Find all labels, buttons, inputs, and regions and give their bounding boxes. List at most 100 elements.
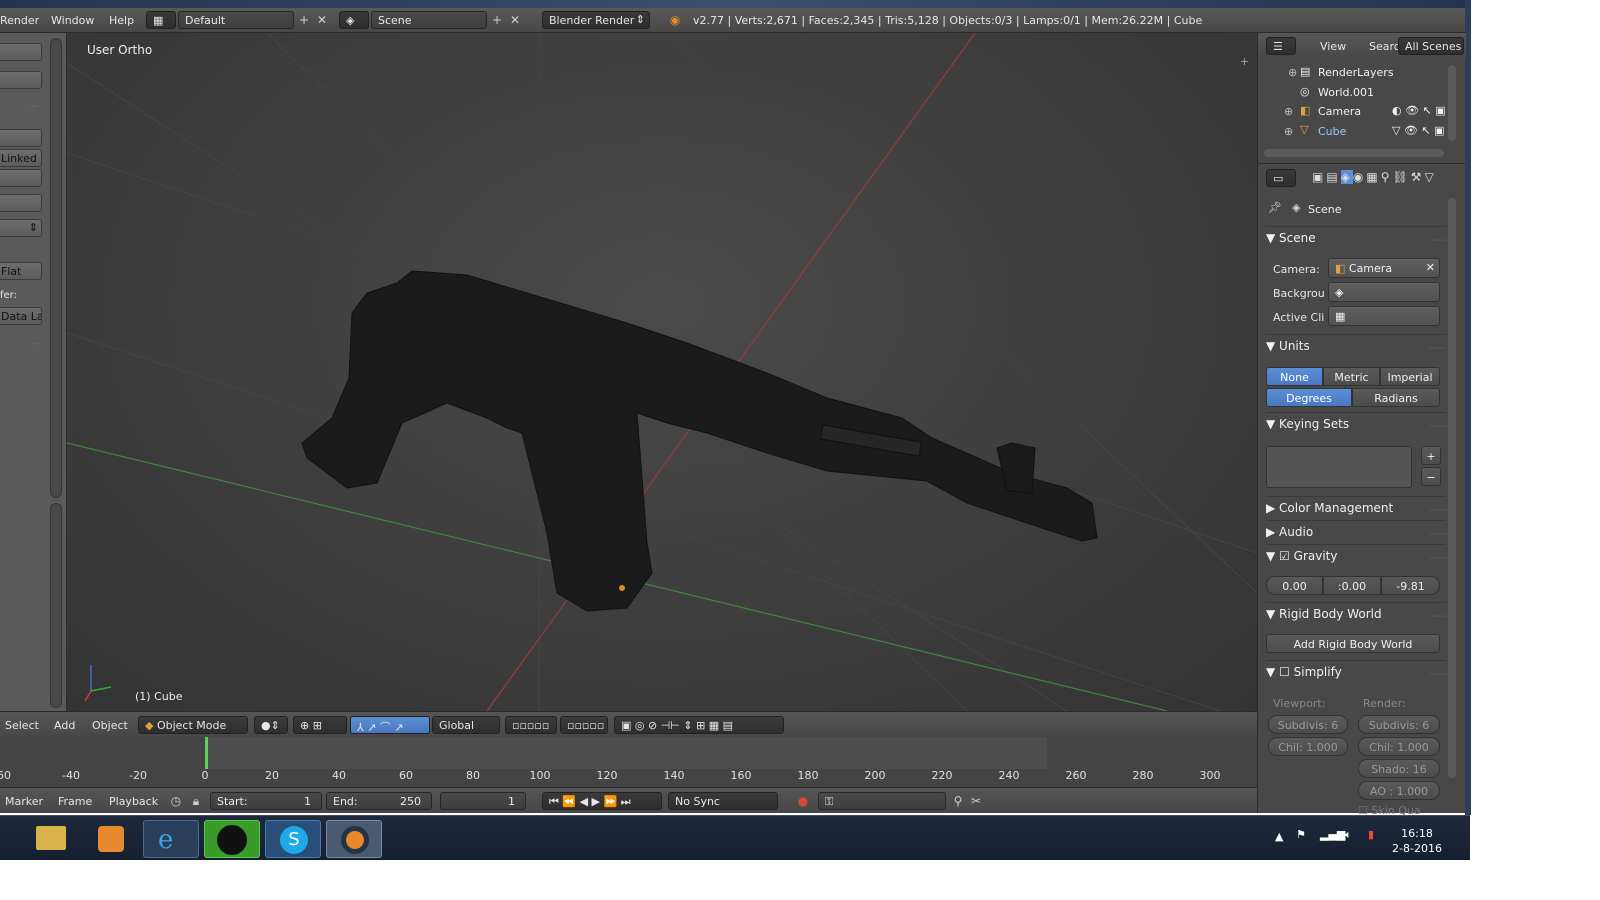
- menu-help[interactable]: Help: [109, 14, 134, 27]
- gravity-y-field[interactable]: :0.00: [1323, 576, 1381, 595]
- tool-button-3[interactable]: [0, 129, 42, 147]
- menu-select[interactable]: Select: [5, 719, 39, 732]
- insert-keyframe-icon[interactable]: ⚲: [950, 793, 966, 809]
- outliner-hscroll[interactable]: [1264, 149, 1444, 157]
- menu-marker[interactable]: Marker: [5, 795, 43, 808]
- panel-gravity-header[interactable]: ▼ ☑ Gravity: [1266, 549, 1446, 569]
- end-frame-field[interactable]: End: 250: [326, 792, 432, 810]
- outliner-item-world[interactable]: ◎ World.001: [1258, 83, 1448, 102]
- editor-type-icon[interactable]: ☰: [1266, 37, 1296, 55]
- shading-flat-button[interactable]: Flat: [0, 262, 42, 280]
- 3d-viewport[interactable]: User Ortho (1) Cube +: [67, 33, 1257, 711]
- menu-add[interactable]: Add: [54, 719, 75, 732]
- panel-rigid-body-header[interactable]: ▼ Rigid Body World: [1266, 607, 1446, 627]
- menu-render[interactable]: Render: [0, 14, 39, 27]
- layer-buttons-2[interactable]: ▫▫▫▫▫: [560, 716, 608, 734]
- menu-playback[interactable]: Playback: [109, 795, 158, 808]
- close-scene-icon[interactable]: ✕: [507, 12, 523, 28]
- layout-field[interactable]: Default: [178, 11, 294, 29]
- tool-shelf-scrollbar-2[interactable]: [50, 503, 62, 708]
- close-layout-icon[interactable]: ✕: [314, 12, 330, 28]
- tool-button-2[interactable]: [0, 71, 42, 89]
- properties-toggle-icon[interactable]: +: [1240, 55, 1249, 68]
- unit-metric-button[interactable]: Metric: [1323, 367, 1380, 386]
- active-clip-field[interactable]: ▦: [1328, 306, 1440, 326]
- expand-icon[interactable]: ⊕: [1284, 105, 1293, 118]
- context-tabs[interactable]: ▣▤◈◉▦⚲⛓︎⚒▽: [1312, 170, 1437, 184]
- render-engine-dropdown[interactable]: Blender Render ⇕: [542, 11, 650, 29]
- panel-grip[interactable]: ⋯⋯: [1429, 530, 1446, 540]
- tool-button-4[interactable]: [0, 169, 42, 187]
- simplify-checkbox[interactable]: ☐: [1279, 665, 1290, 679]
- clear-icon[interactable]: ✕: [1426, 261, 1435, 274]
- menu-window[interactable]: Window: [51, 14, 94, 27]
- pin-icon[interactable]: 📌︎: [1268, 201, 1282, 214]
- network-icon[interactable]: ▂▄▆: [1320, 828, 1345, 841]
- panel-grip[interactable]: ⋯⋯: [1429, 506, 1446, 516]
- rifle-model[interactable]: [301, 270, 1098, 612]
- make-links-button[interactable]: Linked: [0, 149, 42, 167]
- pivot-dropdown[interactable]: ⊕ ⊞: [293, 716, 347, 734]
- tool-shelf-scrollbar[interactable]: [50, 38, 62, 498]
- camera-field[interactable]: ◧ Camera ✕: [1328, 258, 1440, 278]
- panel-grip[interactable]: ⋯⋯: [1429, 236, 1446, 246]
- sync-dropdown[interactable]: No Sync: [668, 792, 778, 810]
- panel-grip[interactable]: ⋯⋯: [1429, 344, 1446, 354]
- panel-keying-sets-header[interactable]: ▼ Keying Sets: [1266, 417, 1446, 437]
- tool-button-5[interactable]: [0, 194, 42, 212]
- add-scene-icon[interactable]: +: [489, 12, 505, 28]
- manipulator-buttons[interactable]: ⅄ ↗ ⌒ ↗: [350, 716, 430, 734]
- remove-keying-set-button[interactable]: −: [1421, 467, 1441, 486]
- layer-buttons-1[interactable]: ▫▫▫▫▫: [505, 716, 557, 734]
- menu-view[interactable]: View: [1320, 40, 1346, 53]
- outliner-item-cube[interactable]: ⊕ ▽ Cube ▽ 👁︎ ↖ ▣: [1258, 122, 1448, 141]
- panel-grip[interactable]: ⋯⋯: [1429, 554, 1446, 564]
- background-set-field[interactable]: ◈: [1328, 282, 1440, 302]
- preview-range-icon[interactable]: ◷: [168, 793, 184, 809]
- keying-set-field[interactable]: ⚿: [818, 792, 946, 810]
- playback-controls[interactable]: ⏮ ⏪ ◀ ▶ ⏩ ⏭: [542, 792, 662, 810]
- add-keying-set-button[interactable]: +: [1421, 446, 1441, 465]
- gravity-checkbox[interactable]: ☑: [1279, 549, 1290, 563]
- media-player-icon[interactable]: [82, 820, 138, 858]
- volume-icon[interactable]: 🔈︎: [1345, 828, 1352, 842]
- battery-icon[interactable]: ▮: [1368, 828, 1374, 841]
- tool-dropdown[interactable]: ⇕: [0, 219, 42, 237]
- unit-none-button[interactable]: None: [1266, 367, 1323, 386]
- keying-sets-list[interactable]: [1266, 446, 1412, 488]
- panel-grip[interactable]: ⋯⋯: [1429, 670, 1446, 680]
- mode-dropdown[interactable]: ◆ Object Mode: [138, 716, 248, 734]
- snap-tools[interactable]: ▣ ◎ ⊘ ⊣⊢ ⇕ ⊞ ▦ ▤: [614, 716, 784, 734]
- delete-keyframe-icon[interactable]: ✂: [968, 793, 984, 809]
- file-explorer-icon[interactable]: [22, 820, 78, 858]
- add-layout-icon[interactable]: +: [296, 12, 312, 28]
- skype-icon[interactable]: S: [265, 820, 321, 858]
- panel-simplify-header[interactable]: ▼ ☐ Simplify: [1266, 665, 1446, 685]
- scene-selector-icon[interactable]: ◈: [339, 11, 369, 29]
- panel-color-management-header[interactable]: ▶ Color Management: [1266, 501, 1446, 521]
- action-center-icon[interactable]: ⚑: [1296, 828, 1306, 841]
- shading-dropdown[interactable]: ●⇕: [254, 716, 288, 734]
- outliner-vscroll[interactable]: [1448, 65, 1456, 141]
- blender-taskbar-icon[interactable]: [326, 820, 382, 858]
- visibility-icons[interactable]: ◐ 👁︎ ↖ ▣: [1392, 104, 1446, 117]
- visibility-icons[interactable]: ▽ 👁︎ ↖ ▣: [1392, 124, 1445, 137]
- internet-explorer-icon[interactable]: e: [143, 820, 199, 858]
- lock-icon[interactable]: 🔒︎: [188, 793, 204, 809]
- expand-icon[interactable]: ⊕: [1288, 66, 1297, 79]
- scene-field[interactable]: Scene: [371, 11, 487, 29]
- tool-button-1[interactable]: [0, 43, 42, 61]
- layout-selector-icon[interactable]: ▦: [146, 11, 176, 29]
- gravity-x-field[interactable]: 0.00: [1266, 576, 1323, 595]
- clock[interactable]: 16:18 2-8-2016: [1392, 826, 1442, 856]
- properties-scrollbar[interactable]: [1448, 198, 1456, 778]
- orientation-dropdown[interactable]: Global: [432, 716, 500, 734]
- add-rigid-body-world-button[interactable]: Add Rigid Body World: [1266, 634, 1440, 653]
- start-frame-field[interactable]: Start: 1: [210, 792, 322, 810]
- spotify-icon[interactable]: [204, 820, 260, 858]
- expand-icon[interactable]: ⊕: [1284, 125, 1293, 138]
- panel-audio-header[interactable]: ▶ Audio: [1266, 525, 1446, 545]
- rotation-radians-button[interactable]: Radians: [1352, 388, 1440, 407]
- outliner-item-camera[interactable]: ⊕ ◧ Camera ◐ 👁︎ ↖ ▣: [1258, 102, 1448, 121]
- panel-grip[interactable]: ⋯⋯: [1429, 612, 1446, 622]
